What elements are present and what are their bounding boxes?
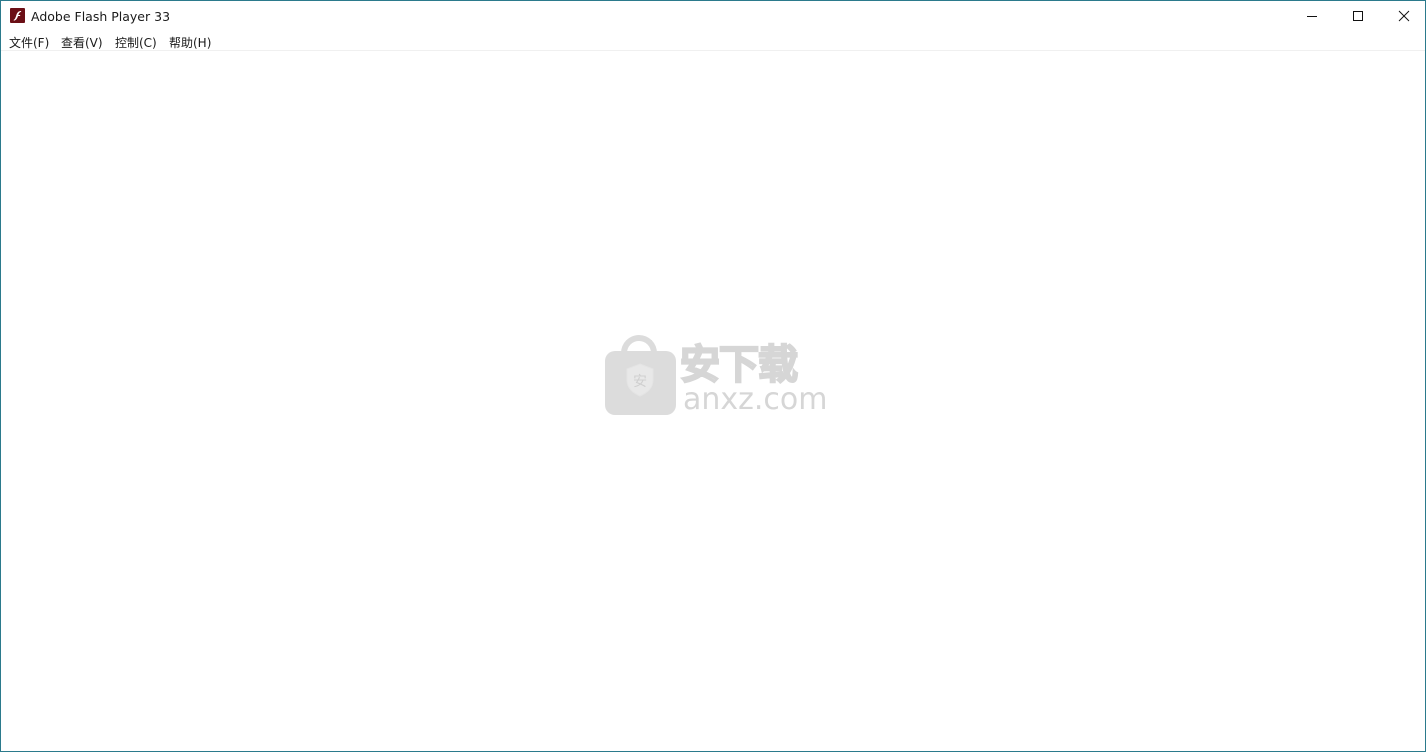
- watermark-en-text: anxz.com: [683, 382, 828, 417]
- maximize-icon: [1353, 11, 1363, 21]
- menu-bar: 文件(F) 查看(V) 控制(C) 帮助(H): [1, 31, 1425, 51]
- watermark-logo: 安 安下载 anxz.com: [605, 335, 828, 417]
- menu-view[interactable]: 查看(V): [61, 34, 103, 51]
- window-title: Adobe Flash Player 33: [31, 9, 171, 24]
- player-stage[interactable]: 安 安下载 anxz.com: [1, 51, 1425, 751]
- menu-help[interactable]: 帮助(H): [169, 34, 211, 51]
- flash-player-icon: [10, 8, 25, 23]
- menu-file[interactable]: 文件(F): [9, 34, 49, 51]
- menu-control[interactable]: 控制(C): [115, 34, 157, 51]
- shield-char: 安: [633, 374, 647, 390]
- minimize-button[interactable]: [1289, 1, 1335, 31]
- title-bar[interactable]: Adobe Flash Player 33: [1, 1, 1425, 31]
- close-button[interactable]: [1381, 1, 1426, 31]
- shield-icon: 安: [626, 363, 654, 397]
- flash-player-window: Adobe Flash Player 33 文件(F) 查看(V) 控制(C) …: [0, 0, 1426, 752]
- close-icon: [1398, 10, 1410, 22]
- minimize-icon: [1307, 16, 1317, 17]
- watermark-cn-text: 安下载: [679, 342, 799, 388]
- maximize-button[interactable]: [1335, 1, 1381, 31]
